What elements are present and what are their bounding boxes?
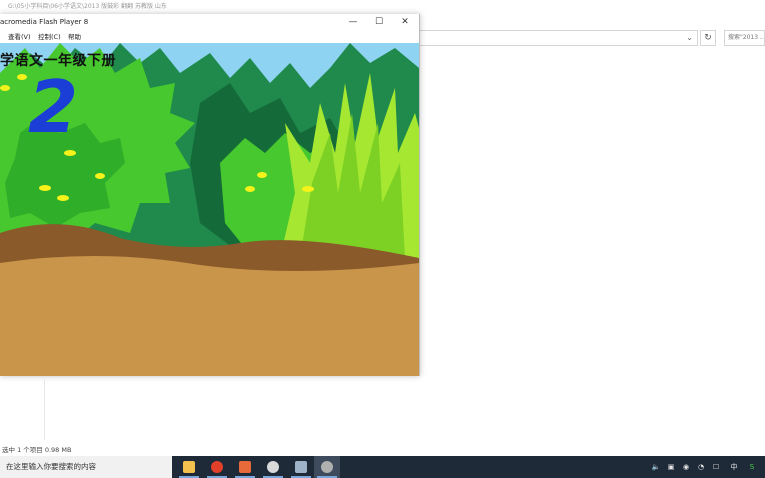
taskbar-search-input[interactable]: 在这里输入你要搜索的内容 bbox=[0, 456, 172, 478]
wps-red-icon bbox=[211, 461, 223, 473]
menu-view[interactable]: 查看(V) bbox=[8, 31, 31, 43]
window-title: acromedia Flash Player 8 bbox=[0, 18, 89, 26]
taskbar-app-file-explorer[interactable] bbox=[176, 456, 202, 478]
volume-icon[interactable]: 🔈 bbox=[650, 456, 662, 478]
tray-app-green-icon[interactable]: ▣ bbox=[665, 456, 677, 478]
app-icon bbox=[295, 461, 307, 473]
explorer-title-path: G:\05小学科目\06小学语文\2013 版鼓彩 翻翻 苏教版 山东 bbox=[8, 3, 167, 10]
taskbar-app-generic[interactable] bbox=[288, 456, 314, 478]
taskbar-app-cloud[interactable] bbox=[260, 456, 286, 478]
menu-control[interactable]: 控制(C) bbox=[38, 31, 61, 43]
explorer-pane-divider bbox=[44, 380, 45, 440]
minimize-button[interactable]: — bbox=[340, 14, 366, 31]
flash-player-window[interactable]: acromedia Flash Player 8 — ☐ ✕ 查看(V) 控制(… bbox=[0, 14, 420, 376]
tray-wechat-icon[interactable]: ◉ bbox=[680, 456, 692, 478]
flash-menu-bar: 查看(V) 控制(C) 帮助 bbox=[0, 31, 419, 43]
flash-stage[interactable]: 学语文一年级下册 2 bbox=[0, 43, 419, 376]
input-language-indicator[interactable]: 中 bbox=[728, 456, 740, 478]
explorer-address-bar[interactable]: ⌄ bbox=[418, 30, 698, 46]
tray-network-icon[interactable]: ◔ bbox=[695, 456, 707, 478]
input-method-icon[interactable]: S bbox=[746, 456, 758, 478]
taskbar-app-powerpoint[interactable] bbox=[232, 456, 258, 478]
powerpoint-icon bbox=[239, 461, 251, 473]
refresh-button[interactable]: ↻ bbox=[700, 30, 716, 46]
taskbar-app-flash-player[interactable] bbox=[314, 456, 340, 478]
taskbar-app-wps[interactable] bbox=[204, 456, 230, 478]
flash-title-bar[interactable]: acromedia Flash Player 8 — ☐ ✕ bbox=[0, 14, 419, 31]
maximize-button[interactable]: ☐ bbox=[366, 14, 392, 31]
menu-help[interactable]: 帮助 bbox=[68, 31, 81, 43]
explorer-status-bar: 选中 1 个项目 0.98 MB bbox=[2, 446, 72, 454]
chevron-down-icon[interactable]: ⌄ bbox=[686, 33, 693, 42]
taskbar: 在这里输入你要搜索的内容 🔈 ▣ ◉ ◔ ☐ 中 S bbox=[0, 456, 765, 478]
file-explorer-icon bbox=[183, 461, 195, 473]
close-button[interactable]: ✕ bbox=[392, 14, 418, 31]
cloud-icon bbox=[267, 461, 279, 473]
tray-display-icon[interactable]: ☐ bbox=[710, 456, 722, 478]
explorer-search-input[interactable]: 搜索"2013 ... bbox=[724, 30, 765, 46]
grade-numeral: 2 bbox=[28, 65, 79, 149]
explorer-title-bar: G:\05小学科目\06小学语文\2013 版鼓彩 翻翻 苏教版 山东 bbox=[0, 0, 765, 14]
flash-player-icon bbox=[321, 461, 333, 473]
